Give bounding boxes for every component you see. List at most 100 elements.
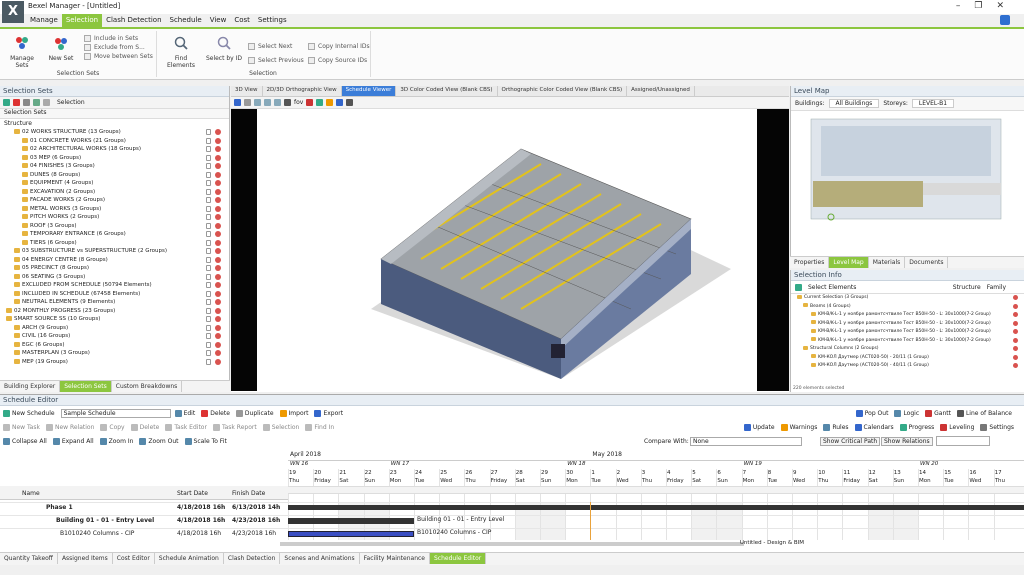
selection-info-row[interactable]: KM-B/K-L-1 y ноябре рамонтсчтвиле Тест B… <box>797 311 1024 320</box>
tab-facility-maintenance[interactable]: Facility Maintenance <box>360 553 430 564</box>
tab-3d-view[interactable]: 3D View <box>231 86 263 96</box>
tab-building-explorer[interactable]: Building Explorer <box>0 381 61 392</box>
copy-task-button[interactable]: Copy <box>100 423 125 431</box>
calendars-button[interactable]: Calendars <box>854 423 894 431</box>
import-button[interactable]: Import <box>279 409 308 417</box>
tree-item[interactable]: EQUIPMENT (4 Groups) <box>4 179 229 188</box>
show-relations-button[interactable]: Show Relations <box>881 436 933 446</box>
status-dot-icon[interactable] <box>215 146 221 152</box>
lock-icon[interactable] <box>206 129 211 135</box>
tab-schedule-editor[interactable]: Schedule Editor <box>429 553 487 564</box>
status-dot-icon[interactable] <box>215 231 221 237</box>
lock-icon[interactable] <box>206 341 211 348</box>
select-elements-button[interactable]: Select Elements <box>808 284 856 291</box>
tree-item[interactable]: 03 MEP (6 Groups) <box>4 154 229 163</box>
collapse-all-button[interactable]: Collapse All <box>3 437 47 445</box>
new-set-button[interactable]: New Set <box>46 35 76 62</box>
tree-item[interactable]: CIVIL (16 Groups) <box>4 332 229 341</box>
status-dot-icon[interactable] <box>215 273 221 280</box>
tab-ortho-color-coded[interactable]: Orthographic Color Coded View (Blank CBS… <box>498 86 628 96</box>
edit-schedule-button[interactable]: Edit <box>174 409 195 417</box>
grid-icon[interactable] <box>346 99 354 106</box>
lock-icon[interactable] <box>206 137 211 144</box>
menu-view[interactable]: View <box>206 14 231 27</box>
tab-level-map[interactable]: Level Map <box>829 257 869 268</box>
status-dot-icon[interactable] <box>1013 354 1018 360</box>
tree-item[interactable]: 03 SUBSTRUCTURE vs SUPERSTRUCTURE (2 Gro… <box>4 247 229 256</box>
lock-icon[interactable] <box>206 282 211 288</box>
status-dot-icon[interactable] <box>215 129 221 135</box>
view-cube-icon[interactable] <box>336 99 344 106</box>
remove-icon[interactable] <box>13 99 20 106</box>
schedule-select[interactable]: Sample Schedule <box>60 408 171 418</box>
status-dot-icon[interactable] <box>1013 295 1018 300</box>
tab-cost-editor[interactable]: Cost Editor <box>113 553 155 564</box>
status-dot-icon[interactable] <box>215 341 221 348</box>
tree-item[interactable]: TEMPORARY ENTRANCE (6 Groups) <box>4 230 229 239</box>
tab-selection-sets[interactable]: Selection Sets <box>0 109 229 119</box>
buildings-select[interactable]: All Buildings <box>828 99 880 108</box>
tree-item[interactable]: 02 ARCHITECTURAL WORKS (18 Groups) <box>4 145 229 154</box>
tree-item[interactable]: 01 CONCRETE WORKS (21 Groups) <box>4 137 229 146</box>
status-dot-icon[interactable] <box>1013 329 1018 334</box>
status-dot-icon[interactable] <box>215 316 221 322</box>
lock-icon[interactable] <box>206 273 211 280</box>
lock-icon[interactable] <box>206 290 211 297</box>
delete-schedule-button[interactable]: Delete <box>201 409 230 417</box>
schedule-search-input[interactable] <box>936 436 990 446</box>
tab-schedule-viewer[interactable]: Schedule Viewer <box>341 86 397 96</box>
status-dot-icon[interactable] <box>1013 312 1018 317</box>
refresh-icon[interactable] <box>33 99 40 106</box>
status-dot-icon[interactable] <box>215 222 221 229</box>
progress-button[interactable]: Progress <box>899 423 934 431</box>
selection-info-row[interactable]: Structural Columns (2 Groups) <box>797 345 1024 354</box>
selection-menu-button[interactable]: Selection <box>262 423 299 431</box>
phase-bar[interactable] <box>288 505 1024 510</box>
menu-settings[interactable]: Settings <box>254 14 291 27</box>
selection-info-row[interactable]: KM-КОЛ Даутмер (АСТ020-50) - 20/11 (1 Gr… <box>797 354 1024 363</box>
tree-item[interactable]: DUNES (8 Groups) <box>4 171 229 180</box>
selection-info-row[interactable]: KM-B/K-L-1 y ноябре рамонтсчтвиле Тест B… <box>797 328 1024 337</box>
tab-properties[interactable]: Properties <box>790 257 830 268</box>
tab-custom-breakdowns[interactable]: Custom Breakdowns <box>112 381 183 392</box>
status-dot-icon[interactable] <box>215 307 221 314</box>
tree-item[interactable]: MASTERPLAN (3 Groups) <box>4 349 229 358</box>
menu-cost[interactable]: Cost <box>230 14 254 27</box>
find-elements-button[interactable]: Find Elements <box>160 35 202 69</box>
new-schedule-button[interactable]: New Schedule <box>3 409 55 417</box>
gantt-scrollbar[interactable] <box>280 542 744 546</box>
line-of-balance-button[interactable]: Line of Balance <box>956 409 1012 417</box>
task-name[interactable]: B1010240 Columns - CIP <box>60 530 134 537</box>
lock-icon[interactable] <box>206 188 211 195</box>
lock-icon[interactable] <box>206 307 211 314</box>
tree-item[interactable]: 04 FINISHES (3 Groups) <box>4 162 229 171</box>
status-dot-icon[interactable] <box>215 282 221 288</box>
zoom-icon[interactable] <box>274 99 281 106</box>
copy-internal-ids-button[interactable]: Copy Internal IDs <box>308 37 370 55</box>
lock-icon[interactable] <box>206 146 211 152</box>
tree-item[interactable]: ARCH (9 Groups) <box>4 324 229 333</box>
tree-item[interactable]: PITCH WORKS (2 Groups) <box>4 213 229 222</box>
lock-icon[interactable] <box>206 205 211 212</box>
status-dot-icon[interactable] <box>215 248 221 254</box>
camera-icon[interactable] <box>284 99 291 106</box>
lock-icon[interactable] <box>206 171 211 178</box>
manage-sets-button[interactable]: Manage Sets <box>4 35 40 69</box>
help-icon[interactable] <box>1000 15 1010 25</box>
maximize-icon[interactable]: ❐ <box>974 1 996 11</box>
pan-icon[interactable] <box>264 99 271 106</box>
compare-with-select[interactable]: None <box>690 436 802 446</box>
select-next-button[interactable]: Select Next <box>248 37 304 55</box>
rules-button[interactable]: Rules <box>823 423 849 431</box>
new-task-button[interactable]: New Task <box>3 423 40 431</box>
storeys-select[interactable]: LEVEL-B1 <box>911 99 955 108</box>
tree-item[interactable]: EXCLUDED FROM SCHEDULE (50794 Elements) <box>4 281 229 290</box>
lock-icon[interactable] <box>206 256 211 263</box>
tree-item[interactable]: TIERS (6 Groups) <box>4 239 229 248</box>
expand-all-button[interactable]: Expand All <box>52 437 94 445</box>
status-dot-icon[interactable] <box>215 333 221 339</box>
measure-icon[interactable] <box>316 99 324 106</box>
box-select-icon[interactable] <box>244 99 251 106</box>
tab-3d-color-coded[interactable]: 3D Color Coded View (Blank CBS) <box>396 86 498 96</box>
menu-selection[interactable]: Selection <box>61 14 103 27</box>
